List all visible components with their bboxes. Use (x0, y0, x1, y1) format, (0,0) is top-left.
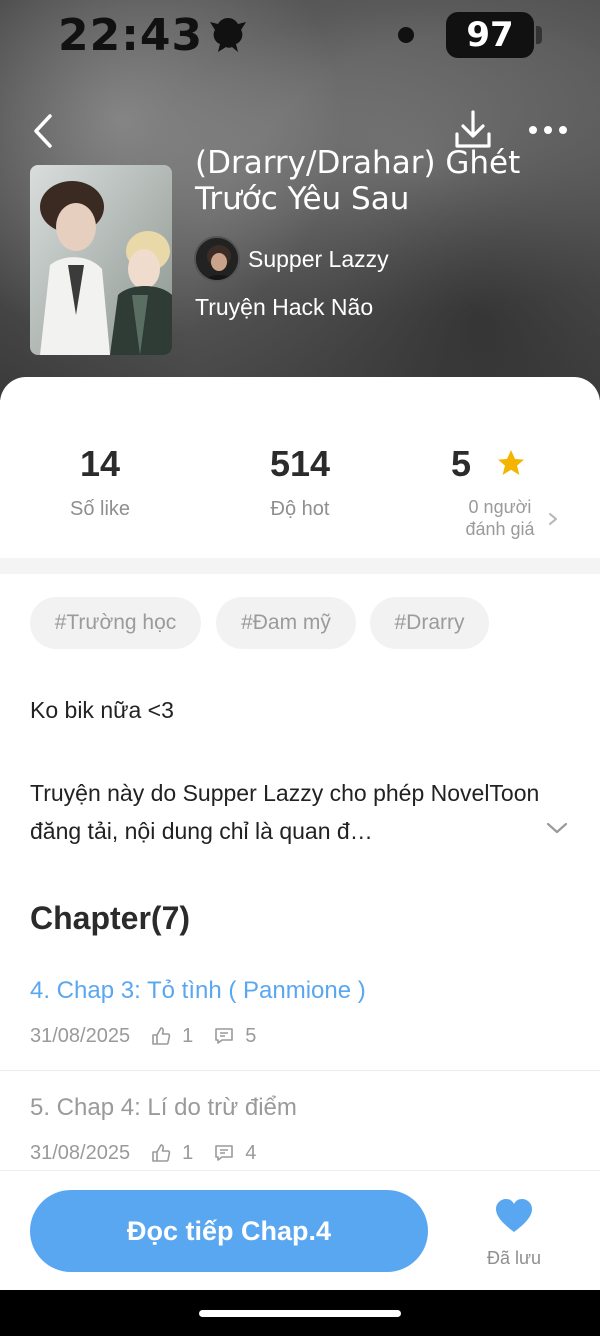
book-title: (Drarry/Drahar) Ghét Trước Yêu Sau (195, 145, 521, 217)
stat-rating[interactable]: 5 (380, 440, 580, 488)
rating-label-line2: đánh giá (465, 519, 535, 539)
chapter-meta-current: 31/08/2025 1 5 (30, 1023, 256, 1049)
continue-reading-button[interactable]: Đọc tiếp Chap.4 (30, 1190, 428, 1272)
thumbs-up-icon (152, 1027, 171, 1045)
likes-label: Số like (69, 498, 131, 520)
heart-icon[interactable] (494, 1198, 534, 1234)
notification-app-icon (210, 18, 246, 52)
chapter-title-next[interactable]: 5. Chap 4: Lí do trừ điểm (30, 1094, 297, 1122)
description-line-1: Ko bik nữa <3 (30, 697, 174, 723)
chapter-divider (0, 1070, 600, 1071)
author-name[interactable]: Supper Lazzy (248, 246, 389, 273)
star-icon (498, 450, 524, 475)
hot-count: 514 (269, 443, 331, 484)
stat-likes: 14 Số like (0, 440, 200, 521)
tag-drarry[interactable]: #Drarry (370, 597, 489, 649)
chapter-likes: 1 (182, 1024, 194, 1047)
hot-label: Độ hot (270, 498, 330, 520)
rating-count-label[interactable]: 0 người đánh giá (448, 496, 552, 540)
saved-label[interactable]: Đã lưu (474, 1248, 554, 1269)
back-icon[interactable] (24, 110, 64, 152)
comment-icon (215, 1145, 234, 1161)
status-bar: 22:43 97 (0, 0, 600, 68)
book-genre[interactable]: Truyện Hack Não (195, 294, 373, 321)
chapter-comments: 4 (245, 1141, 257, 1164)
tag-dam-my[interactable]: #Đam mỹ (216, 597, 356, 649)
chapter-date: 31/08/2025 (30, 1024, 131, 1047)
chapter-meta-next: 31/08/2025 1 4 (30, 1140, 256, 1166)
author-avatar[interactable] (194, 236, 240, 282)
chapter-title-current[interactable]: 4. Chap 3: Tỏ tình ( Panmione ) (30, 977, 366, 1005)
chapter-likes: 1 (182, 1141, 194, 1164)
rating-label-line1: 0 người (468, 497, 532, 517)
rating-value: 5 (450, 443, 472, 484)
thumbs-up-icon (152, 1144, 171, 1162)
chapter-comments: 5 (245, 1024, 257, 1047)
chapters-heading: Chapter(7) (30, 900, 191, 936)
book-cover[interactable] (30, 165, 172, 355)
status-time: 22:43 (58, 10, 204, 61)
chapter-date: 31/08/2025 (30, 1141, 131, 1164)
tag-school[interactable]: #Trường học (30, 597, 201, 649)
more-options-icon[interactable] (526, 116, 570, 144)
chevron-right-icon[interactable] (546, 510, 560, 528)
home-indicator[interactable] (199, 1310, 401, 1317)
expand-description-icon[interactable] (544, 818, 570, 838)
battery-indicator: 97 (446, 12, 534, 58)
cover-illustration (30, 165, 172, 355)
likes-count: 14 (79, 443, 121, 484)
description-line-2: Truyện này do Supper Lazzy cho phép Nove… (30, 780, 540, 844)
section-divider (0, 558, 600, 574)
status-dot-icon (398, 27, 414, 43)
battery-tip (536, 26, 542, 44)
stat-hot: 514 Độ hot (200, 440, 400, 521)
comment-icon (215, 1028, 234, 1044)
